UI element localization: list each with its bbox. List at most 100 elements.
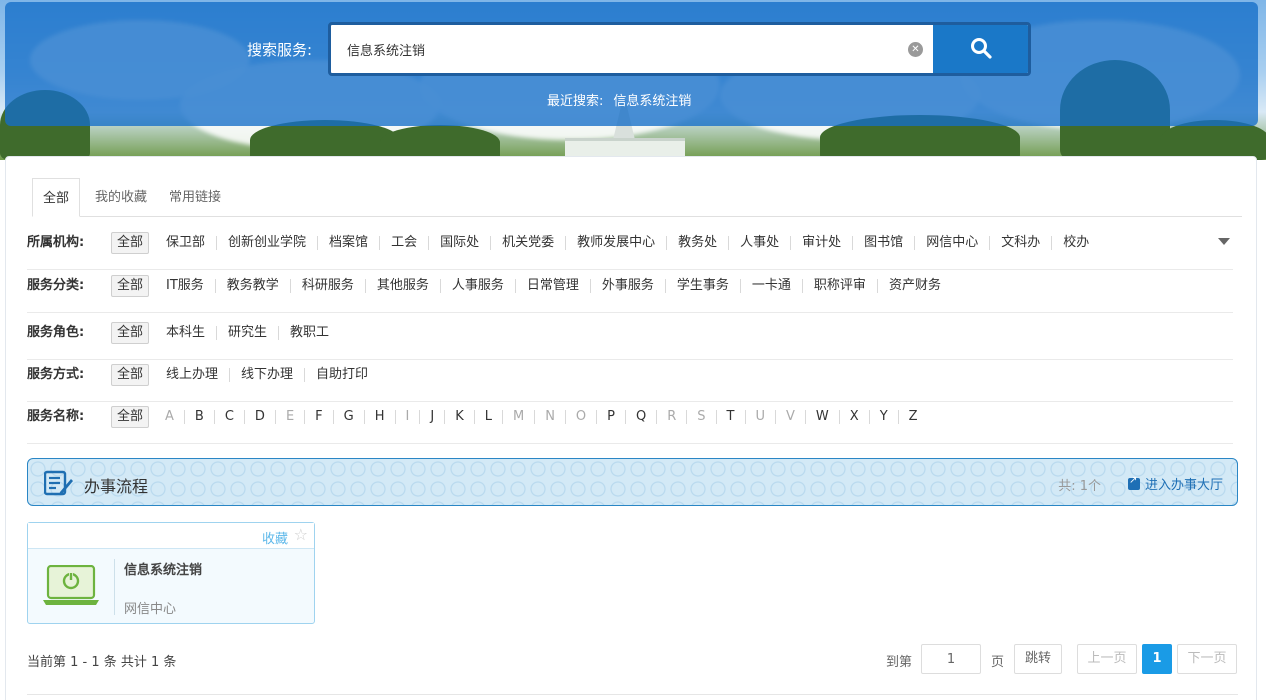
search-input[interactable] (331, 25, 931, 73)
filter-category-option[interactable]: 其他服务 (366, 279, 441, 293)
filter-name-option[interactable]: Z (899, 410, 928, 424)
filter-org-option[interactable]: 档案馆 (318, 236, 381, 250)
filter-role-option[interactable]: 教职工 (279, 326, 340, 340)
service-name[interactable]: 信息系统注销 (124, 559, 202, 578)
filter-org-option[interactable]: 教师发展中心 (566, 236, 668, 250)
filter-org-option[interactable]: 文科办 (990, 236, 1053, 250)
filter-name-option[interactable]: D (245, 410, 276, 424)
filter-name-option[interactable]: K (445, 410, 475, 424)
filter-role-option[interactable]: 研究生 (217, 326, 280, 340)
filter-name-option[interactable]: V (776, 410, 806, 424)
filter-category-option[interactable]: 人事服务 (441, 279, 516, 293)
filter-name-option[interactable]: I (396, 410, 421, 424)
filter-name-option[interactable]: T (717, 410, 746, 424)
current-page-button[interactable]: 1 (1142, 644, 1172, 674)
service-card-header: 收藏 ☆ (28, 523, 314, 549)
bottom-divider (27, 694, 1238, 695)
external-link-icon (1127, 475, 1140, 490)
tab-all[interactable]: 全部 (32, 178, 80, 217)
search-button[interactable] (933, 25, 1028, 73)
filter-name-option[interactable]: E (276, 410, 306, 424)
filter-name-option[interactable]: G (334, 410, 365, 424)
filter-category-options: 全部 IT服务 教务教学 科研服务 其他服务 人事服务 日常管理 外事服务 学生事务 一卡通 职称评… (111, 275, 952, 297)
filter-category-option[interactable]: 学生事务 (666, 279, 741, 293)
filter-role-option[interactable]: 全部 (111, 322, 150, 344)
star-icon[interactable]: ☆ (294, 526, 308, 544)
filter-org-option[interactable]: 人事处 (729, 236, 792, 250)
filter-name-option[interactable]: J (420, 410, 446, 424)
tab-bar: 全部 我的收藏 常用链接 (32, 178, 1242, 217)
prev-page-button[interactable]: 上一页 (1077, 644, 1137, 674)
filter-org-option[interactable]: 全部 (111, 232, 150, 254)
filter-name-option[interactable]: O (566, 410, 598, 424)
filter-name-label: 服务名称: (27, 409, 85, 424)
filter-mode-label: 服务方式: (27, 367, 85, 382)
filter-mode-option[interactable]: 线下办理 (230, 368, 306, 382)
filter-category-option[interactable]: 职称评审 (803, 279, 878, 293)
process-list-icon (44, 470, 73, 496)
filter-name-option[interactable]: W (806, 410, 840, 424)
filter-name-option[interactable]: H (365, 410, 396, 424)
favorite-button[interactable]: 收藏 (262, 528, 288, 547)
filter-name-option[interactable]: S (687, 410, 717, 424)
jump-button[interactable]: 跳转 (1014, 644, 1062, 674)
filter-name-option[interactable]: Q (626, 410, 658, 424)
filter-mode-option[interactable]: 自助打印 (305, 368, 379, 382)
power-laptop-icon (43, 565, 99, 605)
filter-org-option[interactable]: 教务处 (667, 236, 730, 250)
filter-name-option[interactable]: P (597, 410, 626, 424)
filter-category-option[interactable]: 全部 (111, 275, 150, 297)
page-number-input[interactable] (921, 644, 981, 674)
filter-name-option[interactable]: N (535, 410, 566, 424)
filter-org-option[interactable]: 审计处 (791, 236, 854, 250)
filter-category-option[interactable]: 科研服务 (291, 279, 366, 293)
clear-icon[interactable]: ✕ (908, 42, 923, 57)
filter-org-option[interactable]: 保卫部 (155, 236, 218, 250)
next-page-button[interactable]: 下一页 (1177, 644, 1237, 674)
section-header: 办事流程 共: 1个 进入办事大厅 (27, 458, 1238, 506)
filter-name-option[interactable]: B (185, 410, 215, 424)
filter-org-label: 所属机构: (27, 235, 85, 250)
filter-mode-option[interactable]: 线上办理 (155, 368, 231, 382)
filter-category-option[interactable]: 日常管理 (516, 279, 591, 293)
filter-org-option[interactable]: 网信中心 (915, 236, 991, 250)
filter-name-option[interactable]: R (657, 410, 688, 424)
filter-role: 服务角色: 全部 本科生 研究生 教职工 (27, 318, 1233, 360)
filter-name-option[interactable]: F (305, 410, 334, 424)
filter-name-option[interactable]: U (746, 410, 777, 424)
filter-org-option[interactable]: 机关党委 (491, 236, 567, 250)
tab-favorites[interactable]: 我的收藏 (95, 178, 147, 217)
filter-org-option[interactable]: 工会 (380, 236, 430, 250)
filter-mode-options: 全部 线上办理 线下办理 自助打印 (111, 364, 379, 386)
filter-name-option[interactable]: 全部 (111, 406, 150, 428)
search-box: ✕ (328, 22, 1031, 76)
filter-name-option[interactable]: C (215, 410, 245, 424)
search-label: 搜索服务: (247, 41, 313, 59)
filter-org-option[interactable]: 国际处 (429, 236, 492, 250)
filter-category-option[interactable]: 资产财务 (878, 279, 952, 293)
filter-org-option[interactable]: 图书馆 (853, 236, 916, 250)
filter-name-option[interactable]: A (155, 410, 185, 424)
expand-icon[interactable] (1218, 238, 1230, 245)
recent-search-item[interactable]: 信息系统注销 (613, 94, 691, 109)
filter-category-option[interactable]: IT服务 (155, 279, 216, 293)
section-count: 共: 1个 (1058, 479, 1101, 494)
filter-category-option[interactable]: 一卡通 (741, 279, 803, 293)
filter-name-options: 全部 A B C D E F G H I J K L M N O P Q R S T U V W X Y Z (111, 406, 928, 428)
filter-name-option[interactable]: Y (870, 410, 899, 424)
section-title: 办事流程 (84, 477, 149, 496)
filter-mode-option[interactable]: 全部 (111, 364, 150, 386)
pager-info: 当前第 1 - 1 条 共计 1 条 (27, 655, 177, 670)
service-card[interactable]: 收藏 ☆ 信息系统注销 网信中心 (27, 522, 315, 624)
filter-name-option[interactable]: M (503, 410, 536, 424)
filter-name-option[interactable]: X (840, 410, 870, 424)
tab-common-links[interactable]: 常用链接 (169, 178, 221, 217)
enter-hall-link[interactable]: 进入办事大厅 (1127, 474, 1223, 493)
filter-role-option[interactable]: 本科生 (155, 326, 218, 340)
filter-name-option[interactable]: L (475, 410, 503, 424)
filter-category-option[interactable]: 教务教学 (216, 279, 291, 293)
filter-category-option[interactable]: 外事服务 (591, 279, 666, 293)
filter-org-option[interactable]: 创新创业学院 (217, 236, 319, 250)
pager-goto-label: 到第 (886, 655, 913, 670)
filter-org-option[interactable]: 校办 (1052, 236, 1100, 250)
